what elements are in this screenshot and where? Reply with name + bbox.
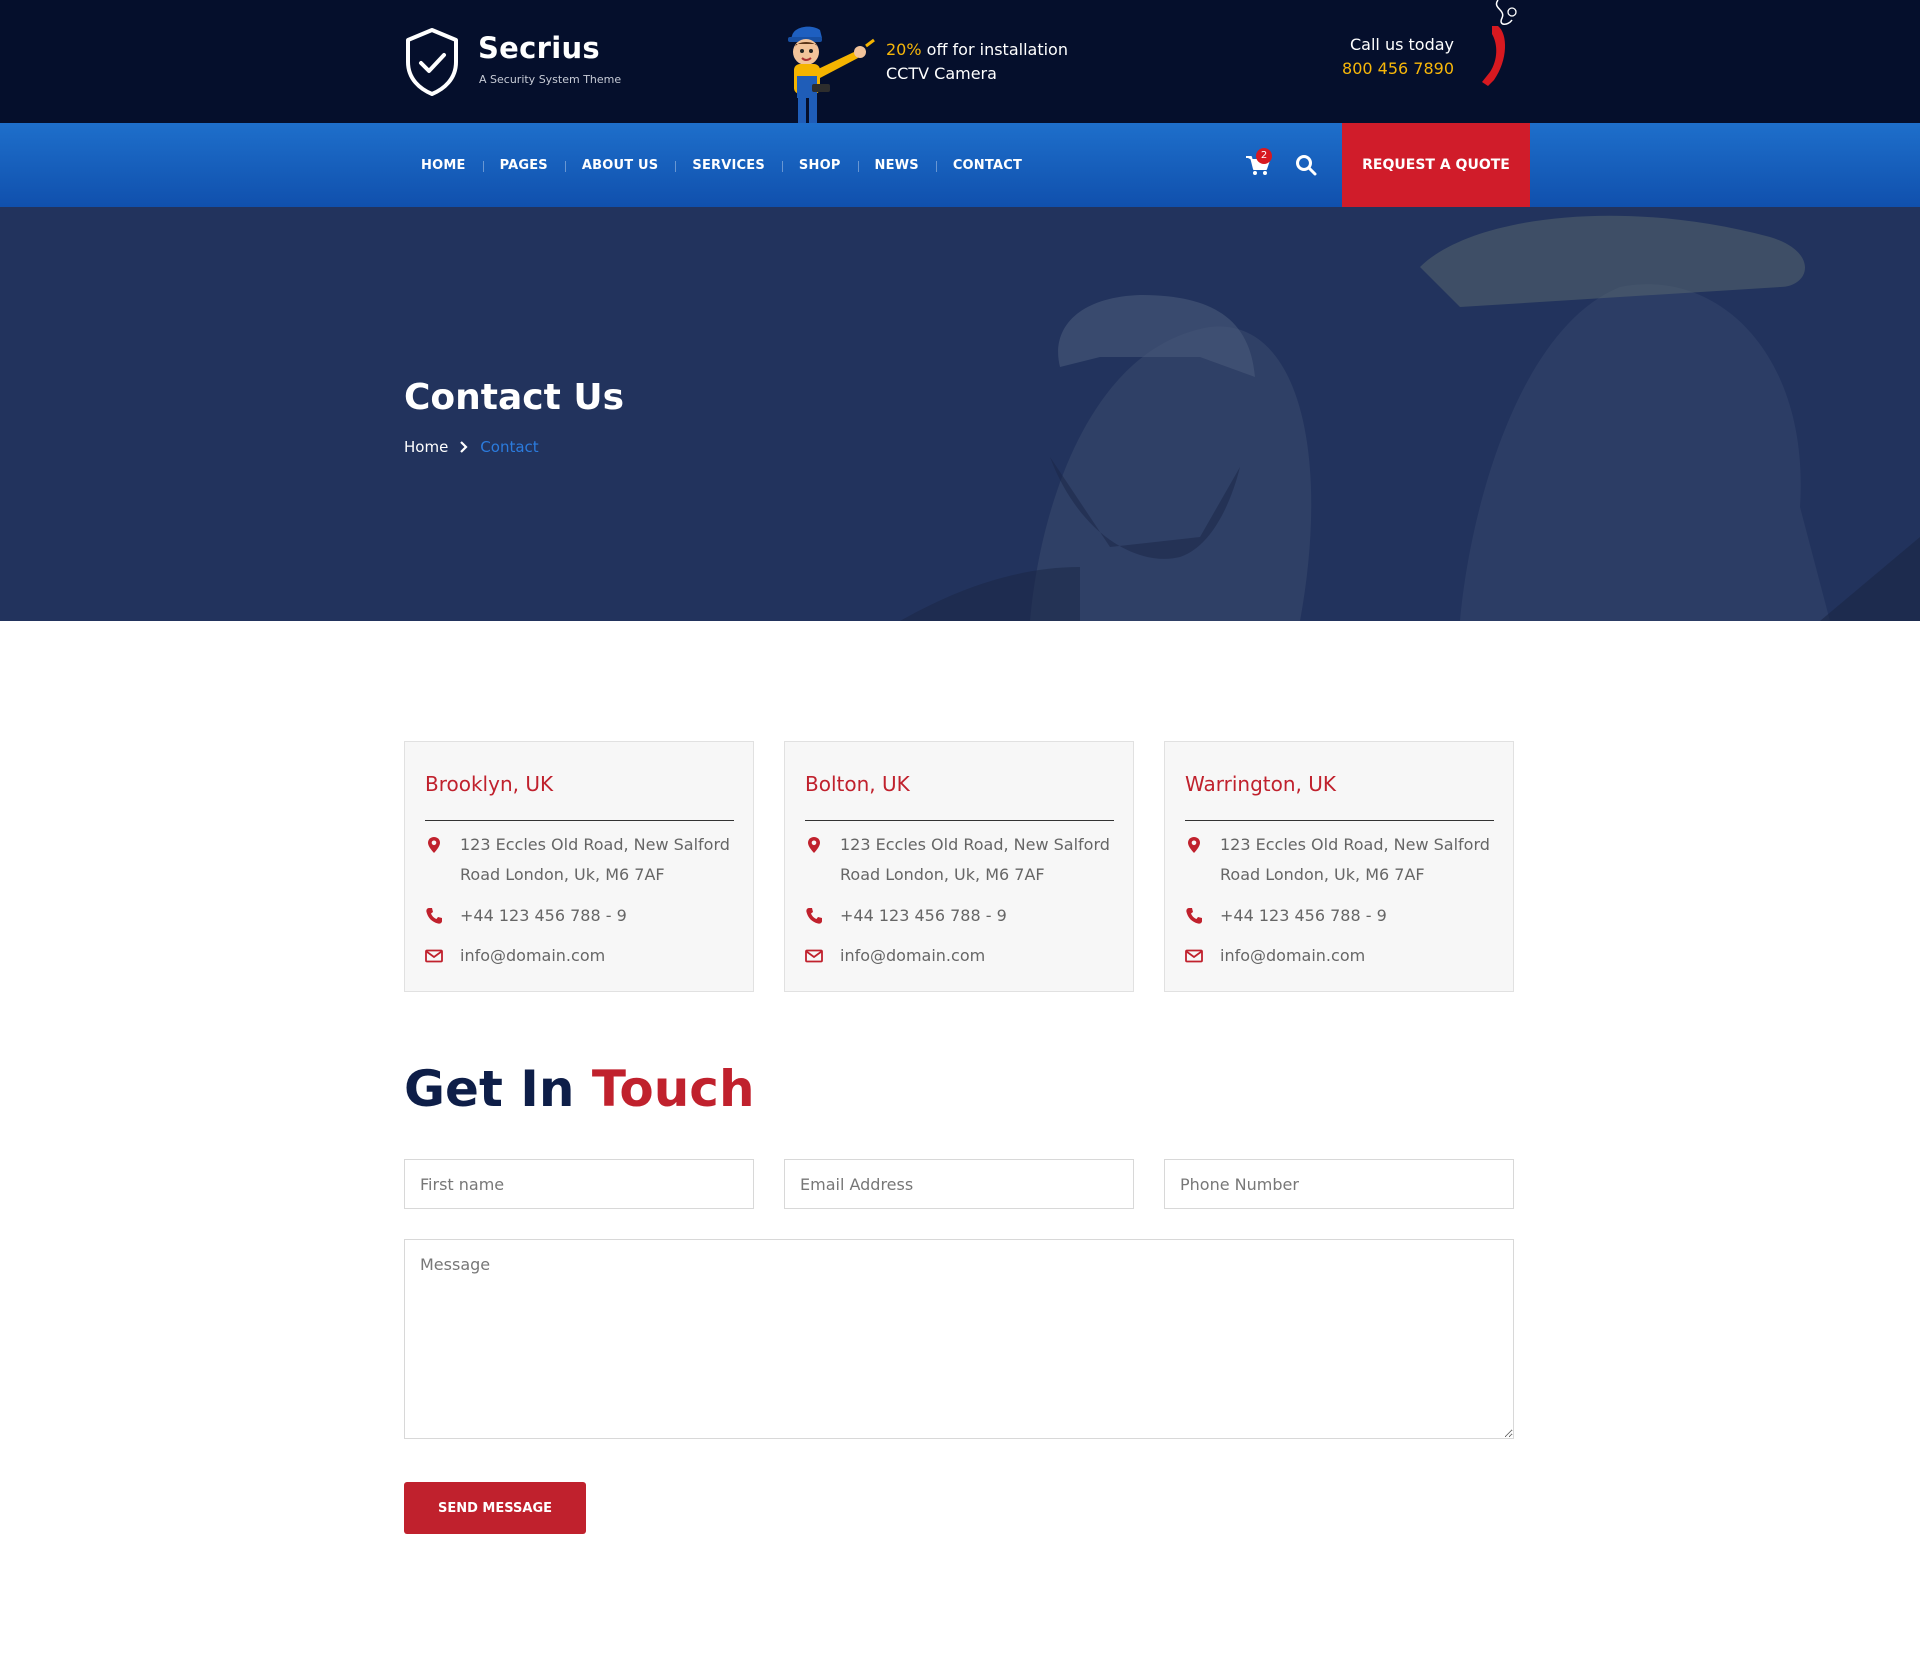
contact-form-title: Get In Touch (404, 1060, 755, 1118)
nav-contact[interactable]: CONTACT (935, 158, 1039, 173)
divider (805, 820, 1114, 821)
send-message-button[interactable]: SEND MESSAGE (404, 1482, 586, 1534)
nav-about-us[interactable]: ABOUT US (564, 158, 676, 173)
divider (425, 820, 734, 821)
nav-shop[interactable]: SHOP (781, 158, 858, 173)
envelope-icon (425, 949, 443, 963)
map-pin-icon (428, 837, 440, 853)
search-icon[interactable] (1295, 154, 1317, 176)
title-part-2: Touch (591, 1060, 755, 1118)
office-card: Brooklyn, UK 123 Eccles Old Road, New Sa… (404, 741, 754, 992)
office-email[interactable]: info@domain.com (460, 941, 745, 971)
brand-logo[interactable]: Secrius A Security System Theme (404, 27, 664, 102)
mascot-illustration (788, 26, 875, 123)
main-nav: HOME PAGES ABOUT US SERVICES SHOP NEWS C… (404, 123, 1039, 207)
promo-line1: off for installation (921, 40, 1068, 59)
office-city: Warrington, UK (1185, 772, 1336, 796)
office-email[interactable]: info@domain.com (1220, 941, 1505, 971)
main-navbar: HOME PAGES ABOUT US SERVICES SHOP NEWS C… (0, 123, 1920, 207)
breadcrumb-current: Contact (480, 438, 539, 456)
shield-check-icon (406, 28, 458, 96)
divider (1185, 820, 1494, 821)
office-card: Bolton, UK 123 Eccles Old Road, New Salf… (784, 741, 1134, 992)
call-number[interactable]: 800 456 7890 (1342, 57, 1454, 81)
nav-news[interactable]: NEWS (857, 158, 936, 173)
phone-icon (426, 908, 442, 924)
office-phone-row: +44 123 456 788 - 9 (1185, 901, 1505, 931)
page-hero: Contact Us Home Contact (0, 207, 1920, 621)
phone-field[interactable] (1164, 1159, 1514, 1209)
office-phone[interactable]: +44 123 456 788 - 9 (460, 901, 745, 931)
office-city: Brooklyn, UK (425, 772, 554, 796)
office-email[interactable]: info@domain.com (840, 941, 1125, 971)
brand-name: Secrius (478, 31, 600, 65)
phone-icon (1186, 908, 1202, 924)
promo-highlight: 20% (886, 40, 922, 59)
office-phone-row: +44 123 456 788 - 9 (425, 901, 745, 931)
office-card: Warrington, UK 123 Eccles Old Road, New … (1164, 741, 1514, 992)
promo-line2: CCTV Camera (886, 64, 997, 83)
call-label: Call us today (1349, 35, 1454, 54)
email-field[interactable] (784, 1159, 1134, 1209)
map-pin-icon (1188, 837, 1200, 853)
breadcrumb-home[interactable]: Home (404, 438, 448, 456)
office-phone-row: +44 123 456 788 - 9 (805, 901, 1125, 931)
nav-home[interactable]: HOME (404, 158, 483, 173)
office-email-row: info@domain.com (425, 941, 745, 971)
first-name-field[interactable] (404, 1159, 754, 1209)
cart-count-badge: 2 (1256, 148, 1272, 164)
office-phone[interactable]: +44 123 456 788 - 9 (840, 901, 1125, 931)
brand-tagline: A Security System Theme (479, 73, 622, 86)
office-address-row: 123 Eccles Old Road, New Salford Road Lo… (1185, 830, 1505, 892)
office-address-row: 123 Eccles Old Road, New Salford Road Lo… (425, 830, 745, 892)
breadcrumb: Home Contact (404, 438, 539, 456)
hero-background-image (900, 215, 1920, 621)
office-email-row: info@domain.com (1185, 941, 1505, 971)
phone-icon (806, 908, 822, 924)
office-address-row: 123 Eccles Old Road, New Salford Road Lo… (805, 830, 1125, 892)
chevron-right-icon (460, 441, 468, 453)
office-city: Bolton, UK (805, 772, 910, 796)
office-address: 123 Eccles Old Road, New Salford Road Lo… (1220, 835, 1490, 884)
map-pin-icon (808, 837, 820, 853)
title-part-1: Get In (404, 1060, 575, 1118)
envelope-icon (805, 949, 823, 963)
nav-pages[interactable]: PAGES (482, 158, 565, 173)
phone-handset-icon (1482, 0, 1517, 86)
office-address: 123 Eccles Old Road, New Salford Road Lo… (460, 835, 730, 884)
call-us-box: Call us today 800 456 7890 (1342, 33, 1454, 81)
office-address: 123 Eccles Old Road, New Salford Road Lo… (840, 835, 1110, 884)
page-title: Contact Us (404, 377, 625, 418)
promo-text: 20% off for installation CCTV Camera (886, 38, 1068, 86)
office-email-row: info@domain.com (805, 941, 1125, 971)
message-field[interactable] (404, 1239, 1514, 1439)
request-quote-button[interactable]: REQUEST A QUOTE (1342, 123, 1530, 207)
office-phone[interactable]: +44 123 456 788 - 9 (1220, 901, 1505, 931)
envelope-icon (1185, 949, 1203, 963)
nav-services[interactable]: SERVICES (675, 158, 782, 173)
top-header: Secrius A Security System Theme 20% off … (0, 0, 1920, 123)
